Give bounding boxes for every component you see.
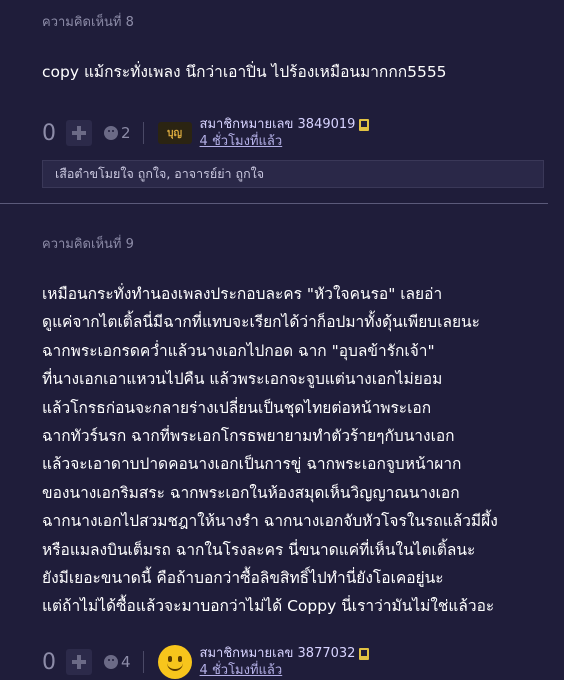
emoji-reactions[interactable]: 4 — [104, 653, 131, 671]
plus-icon — [72, 126, 86, 140]
upvote-button[interactable] — [66, 120, 92, 146]
comment-line: แต่ถ้าไม่ได้ซื้อแล้วจะมาบอกว่าไม่ได้ Cop… — [42, 597, 495, 616]
emoji-icon — [104, 655, 118, 669]
vote-count: 0 — [42, 120, 56, 146]
emoji-reactions[interactable]: 2 — [104, 124, 131, 142]
comment-line: ดูแค่จากไตเติ้ลนี่มีฉากที่แทบจะเรียกได้ว… — [42, 313, 480, 332]
reactions-list[interactable]: เสือตำขโมยใจ ถูกใจ, อาจารย์ย่า ถูกใจ — [42, 160, 544, 188]
comment-body: copy แม้กระทั่งเพลง นึกว่าเอาปิ่น ไปร้อง… — [42, 58, 542, 86]
scrollbar[interactable] — [548, 0, 564, 680]
comment-line: หรือแมลงบินเต็มรถ ฉากในโรงละคร นี่ขนาดแค… — [42, 540, 476, 559]
comment-line: แล้วจะเอาดาบปาดคอนางเอกเป็นการขู่ ฉากพระ… — [42, 455, 462, 474]
author-info: สมาชิกหมายเลข 3877032 4 ชั่วโมงที่แล้ว — [200, 645, 370, 679]
timestamp-link[interactable]: 4 ชั่วโมงที่แล้ว — [200, 662, 370, 679]
divider — [142, 651, 144, 673]
comment-separator — [0, 203, 564, 225]
comment-line: ฉากนางเอกไปสวมชฎาให้นางรำ ฉากนางเอกจับหั… — [42, 512, 498, 531]
avatar[interactable]: บุญ — [157, 116, 192, 150]
comment-9: ความคิดเห็นที่ 9 เหมือนกระทั่งทำนองเพลงป… — [0, 224, 548, 680]
timestamp-link[interactable]: 4 ชั่วโมงที่แล้ว — [200, 133, 370, 150]
upvote-button[interactable] — [66, 649, 92, 675]
comment-footer: 0 4 สมาชิกหมายเลข 3877032 4 ชั่วโมงที่แล… — [42, 645, 370, 679]
vote-count: 0 — [42, 649, 56, 675]
comment-line: ฉากพระเอกรดคว่ำแล้วนางเอกไปกอด ฉาก "อุบล… — [42, 341, 435, 360]
divider — [142, 122, 144, 144]
plus-icon — [72, 655, 86, 669]
smiley-avatar-icon — [157, 645, 192, 679]
comment-label: ความคิดเห็นที่ 8 — [42, 15, 134, 30]
avatar[interactable] — [157, 645, 192, 679]
author-name[interactable]: สมาชิกหมายเลข 3877032 — [200, 645, 356, 662]
comment-line: แล้วโกรธก่อนจะกลายร่างเปลี่ยนเป็นชุดไทยต… — [42, 398, 432, 417]
author-info: สมาชิกหมายเลข 3849019 4 ชั่วโมงที่แล้ว — [200, 116, 370, 150]
comment-line: ฉากทัวร์นรก ฉากที่พระเอกโกรธพยายามทำตัวร… — [42, 427, 455, 446]
emoji-icon — [104, 126, 118, 140]
emoji-count: 4 — [121, 653, 131, 671]
comment-line: ยังมีเยอะขนาดนี้ คือถ้าบอกว่าซื้อลิขสิทธ… — [42, 569, 444, 588]
comment-label: ความคิดเห็นที่ 9 — [42, 237, 134, 252]
comment-body: เหมือนกระทั่งทำนองเพลงประกอบละคร "หัวใจค… — [42, 280, 542, 621]
mobile-phone-icon — [359, 647, 370, 660]
comment-8: ความคิดเห็นที่ 8 copy แม้กระทั่งเพลง นึก… — [0, 0, 548, 202]
emoji-count: 2 — [121, 124, 131, 142]
author-name[interactable]: สมาชิกหมายเลข 3849019 — [200, 116, 356, 133]
comment-line: ที่นางเอกเอาแหวนไปคืน แล้วพระเอกจะจูบแต่… — [42, 370, 443, 389]
mobile-phone-icon — [359, 118, 370, 131]
avatar-logo: บุญ — [157, 122, 192, 144]
comment-footer: 0 2 บุญ สมาชิกหมายเลข 3849019 4 ชั่วโมงท… — [42, 116, 370, 150]
comment-line: ของนางเอกริมสระ ฉากพระเอกในห้องสมุดเห็นว… — [42, 483, 460, 502]
comment-line: copy แม้กระทั่งเพลง นึกว่าเอาปิ่น ไปร้อง… — [42, 63, 447, 81]
comment-line: เหมือนกระทั่งทำนองเพลงประกอบละคร "หัวใจค… — [42, 285, 443, 303]
